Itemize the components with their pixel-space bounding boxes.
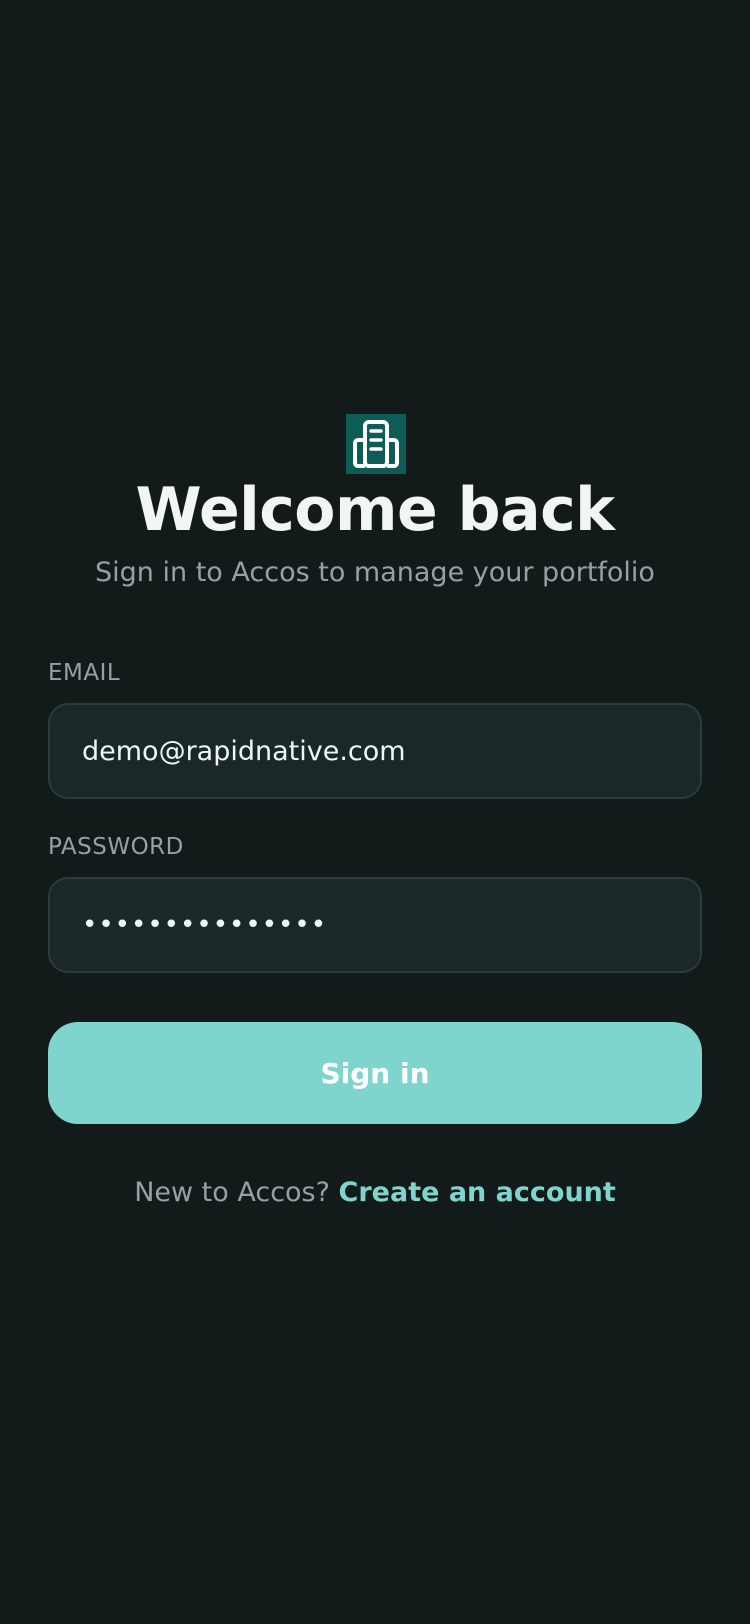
email-label: EMAIL — [48, 660, 121, 686]
login-screen: Welcome back Sign in to Accos to manage … — [0, 0, 750, 1624]
create-account-link[interactable]: Create an account — [339, 1177, 616, 1208]
password-label: PASSWORD — [48, 834, 184, 860]
signup-prompt-text: New to Accos? — [134, 1177, 330, 1208]
sign-in-button[interactable]: Sign in — [48, 1022, 702, 1124]
building-icon — [353, 420, 399, 468]
signup-prompt: New to Accos? Create an account — [0, 1175, 750, 1211]
page-subtitle: Sign in to Accos to manage your portfoli… — [95, 557, 655, 588]
page-title: Welcome back — [135, 475, 615, 545]
password-input[interactable] — [48, 877, 702, 973]
app-logo — [346, 414, 406, 474]
email-input[interactable] — [48, 703, 702, 799]
